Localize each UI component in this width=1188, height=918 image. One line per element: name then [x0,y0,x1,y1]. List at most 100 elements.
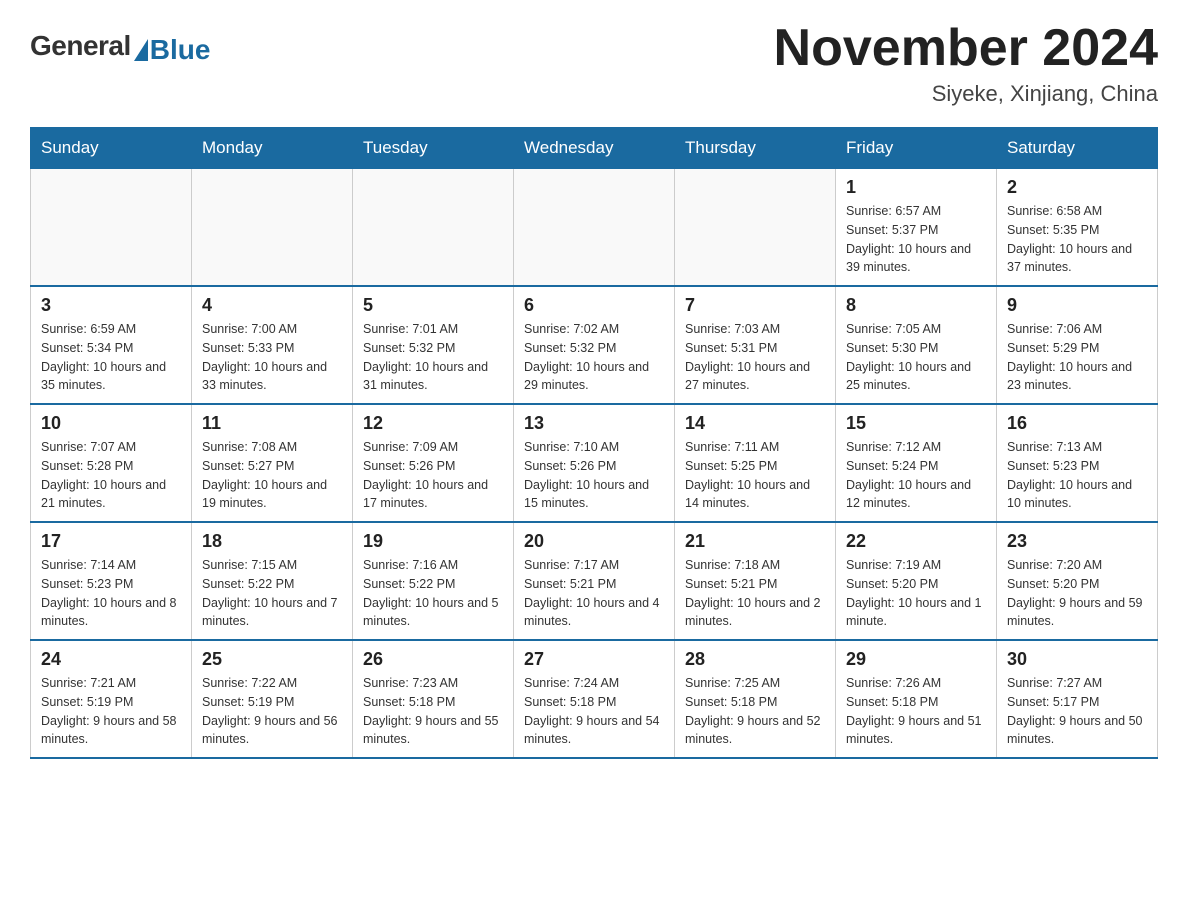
weekday-header-wednesday: Wednesday [514,128,675,169]
day-info: Sunrise: 7:16 AMSunset: 5:22 PMDaylight:… [363,556,503,631]
day-info: Sunrise: 7:19 AMSunset: 5:20 PMDaylight:… [846,556,986,631]
calendar-cell [192,169,353,287]
calendar-week-row: 24 Sunrise: 7:21 AMSunset: 5:19 PMDayligh… [31,640,1158,758]
page-header: General Blue November 2024 Siyeke, Xinji… [30,20,1158,107]
day-number: 15 [846,413,986,434]
calendar-cell [353,169,514,287]
day-number: 21 [685,531,825,552]
day-number: 14 [685,413,825,434]
calendar-cell: 20 Sunrise: 7:17 AMSunset: 5:21 PMDayligh… [514,522,675,640]
calendar-week-row: 17 Sunrise: 7:14 AMSunset: 5:23 PMDayligh… [31,522,1158,640]
day-info: Sunrise: 7:03 AMSunset: 5:31 PMDaylight:… [685,320,825,395]
calendar-cell: 25Sunrise: 7:22 AMSunset: 5:19 PMDayligh… [192,640,353,758]
calendar-week-row: 10 Sunrise: 7:07 AMSunset: 5:28 PMDayligh… [31,404,1158,522]
calendar-cell: 2Sunrise: 6:58 AMSunset: 5:35 PMDaylight… [997,169,1158,287]
day-info: Sunrise: 7:25 AMSunset: 5:18 PMDaylight:… [685,674,825,749]
day-number: 6 [524,295,664,316]
weekday-header-row: SundayMondayTuesdayWednesdayThursdayFrid… [31,128,1158,169]
day-info: Sunrise: 6:58 AMSunset: 5:35 PMDaylight:… [1007,202,1147,277]
day-info: Sunrise: 7:18 AMSunset: 5:21 PMDaylight:… [685,556,825,631]
day-number: 13 [524,413,664,434]
weekday-header-monday: Monday [192,128,353,169]
calendar-table: SundayMondayTuesdayWednesdayThursdayFrid… [30,127,1158,759]
day-number: 4 [202,295,342,316]
day-info: Sunrise: 7:22 AMSunset: 5:19 PMDaylight:… [202,674,342,749]
day-number: 24 [41,649,181,670]
day-info: Sunrise: 7:01 AMSunset: 5:32 PMDaylight:… [363,320,503,395]
day-info: Sunrise: 7:11 AMSunset: 5:25 PMDaylight:… [685,438,825,513]
day-info: Sunrise: 6:57 AMSunset: 5:37 PMDaylight:… [846,202,986,277]
calendar-cell: 28 Sunrise: 7:25 AMSunset: 5:18 PMDayligh… [675,640,836,758]
logo-general-text: General [30,30,131,62]
day-info: Sunrise: 7:09 AMSunset: 5:26 PMDaylight:… [363,438,503,513]
calendar-cell: 23 Sunrise: 7:20 AMSunset: 5:20 PMDayligh… [997,522,1158,640]
calendar-cell [31,169,192,287]
calendar-cell: 14 Sunrise: 7:11 AMSunset: 5:25 PMDayligh… [675,404,836,522]
day-number: 29 [846,649,986,670]
day-info: Sunrise: 7:27 AMSunset: 5:17 PMDaylight:… [1007,674,1147,749]
calendar-cell: 4 Sunrise: 7:00 AMSunset: 5:33 PMDaylight… [192,286,353,404]
calendar-cell: 27Sunrise: 7:24 AMSunset: 5:18 PMDayligh… [514,640,675,758]
day-info: Sunrise: 7:06 AMSunset: 5:29 PMDaylight:… [1007,320,1147,395]
day-info: Sunrise: 7:07 AMSunset: 5:28 PMDaylight:… [41,438,181,513]
calendar-cell: 26 Sunrise: 7:23 AMSunset: 5:18 PMDayligh… [353,640,514,758]
day-number: 10 [41,413,181,434]
calendar-cell: 6 Sunrise: 7:02 AMSunset: 5:32 PMDaylight… [514,286,675,404]
day-info: Sunrise: 7:00 AMSunset: 5:33 PMDaylight:… [202,320,342,395]
calendar-cell: 3 Sunrise: 6:59 AMSunset: 5:34 PMDaylight… [31,286,192,404]
day-info: Sunrise: 7:21 AMSunset: 5:19 PMDaylight:… [41,674,181,749]
day-number: 5 [363,295,503,316]
day-number: 26 [363,649,503,670]
calendar-cell [675,169,836,287]
calendar-cell: 30 Sunrise: 7:27 AMSunset: 5:17 PMDayligh… [997,640,1158,758]
calendar-cell: 13 Sunrise: 7:10 AMSunset: 5:26 PMDayligh… [514,404,675,522]
day-number: 22 [846,531,986,552]
day-info: Sunrise: 7:15 AMSunset: 5:22 PMDaylight:… [202,556,342,631]
logo-blue-text: Blue [150,34,211,66]
day-info: Sunrise: 7:20 AMSunset: 5:20 PMDaylight:… [1007,556,1147,631]
location-text: Siyeke, Xinjiang, China [774,81,1158,107]
day-info: Sunrise: 7:13 AMSunset: 5:23 PMDaylight:… [1007,438,1147,513]
calendar-cell: 10 Sunrise: 7:07 AMSunset: 5:28 PMDayligh… [31,404,192,522]
day-number: 12 [363,413,503,434]
day-info: Sunrise: 7:02 AMSunset: 5:32 PMDaylight:… [524,320,664,395]
month-title: November 2024 [774,20,1158,77]
calendar-cell: 18Sunrise: 7:15 AMSunset: 5:22 PMDayligh… [192,522,353,640]
calendar-cell [514,169,675,287]
day-number: 11 [202,413,342,434]
day-info: Sunrise: 7:17 AMSunset: 5:21 PMDaylight:… [524,556,664,631]
calendar-cell: 12 Sunrise: 7:09 AMSunset: 5:26 PMDayligh… [353,404,514,522]
weekday-header-friday: Friday [836,128,997,169]
day-info: Sunrise: 6:59 AMSunset: 5:34 PMDaylight:… [41,320,181,395]
calendar-cell: 22 Sunrise: 7:19 AMSunset: 5:20 PMDayligh… [836,522,997,640]
calendar-cell: 19 Sunrise: 7:16 AMSunset: 5:22 PMDayligh… [353,522,514,640]
day-number: 7 [685,295,825,316]
day-info: Sunrise: 7:14 AMSunset: 5:23 PMDaylight:… [41,556,181,631]
calendar-cell: 1 Sunrise: 6:57 AMSunset: 5:37 PMDaylight… [836,169,997,287]
day-number: 8 [846,295,986,316]
weekday-header-tuesday: Tuesday [353,128,514,169]
day-number: 20 [524,531,664,552]
calendar-cell: 15Sunrise: 7:12 AMSunset: 5:24 PMDayligh… [836,404,997,522]
day-info: Sunrise: 7:10 AMSunset: 5:26 PMDaylight:… [524,438,664,513]
day-info: Sunrise: 7:23 AMSunset: 5:18 PMDaylight:… [363,674,503,749]
day-number: 23 [1007,531,1147,552]
day-number: 28 [685,649,825,670]
logo: General Blue [30,30,210,62]
calendar-cell: 8 Sunrise: 7:05 AMSunset: 5:30 PMDaylight… [836,286,997,404]
calendar-week-row: 1 Sunrise: 6:57 AMSunset: 5:37 PMDaylight… [31,169,1158,287]
title-section: November 2024 Siyeke, Xinjiang, China [774,20,1158,107]
logo-triangle-icon [134,39,148,61]
day-number: 30 [1007,649,1147,670]
weekday-header-thursday: Thursday [675,128,836,169]
day-number: 17 [41,531,181,552]
day-info: Sunrise: 7:05 AMSunset: 5:30 PMDaylight:… [846,320,986,395]
calendar-cell: 29Sunrise: 7:26 AMSunset: 5:18 PMDayligh… [836,640,997,758]
day-number: 3 [41,295,181,316]
day-number: 19 [363,531,503,552]
calendar-cell: 21 Sunrise: 7:18 AMSunset: 5:21 PMDayligh… [675,522,836,640]
day-number: 1 [846,177,986,198]
calendar-cell: 16 Sunrise: 7:13 AMSunset: 5:23 PMDayligh… [997,404,1158,522]
calendar-cell: 7 Sunrise: 7:03 AMSunset: 5:31 PMDaylight… [675,286,836,404]
day-number: 16 [1007,413,1147,434]
